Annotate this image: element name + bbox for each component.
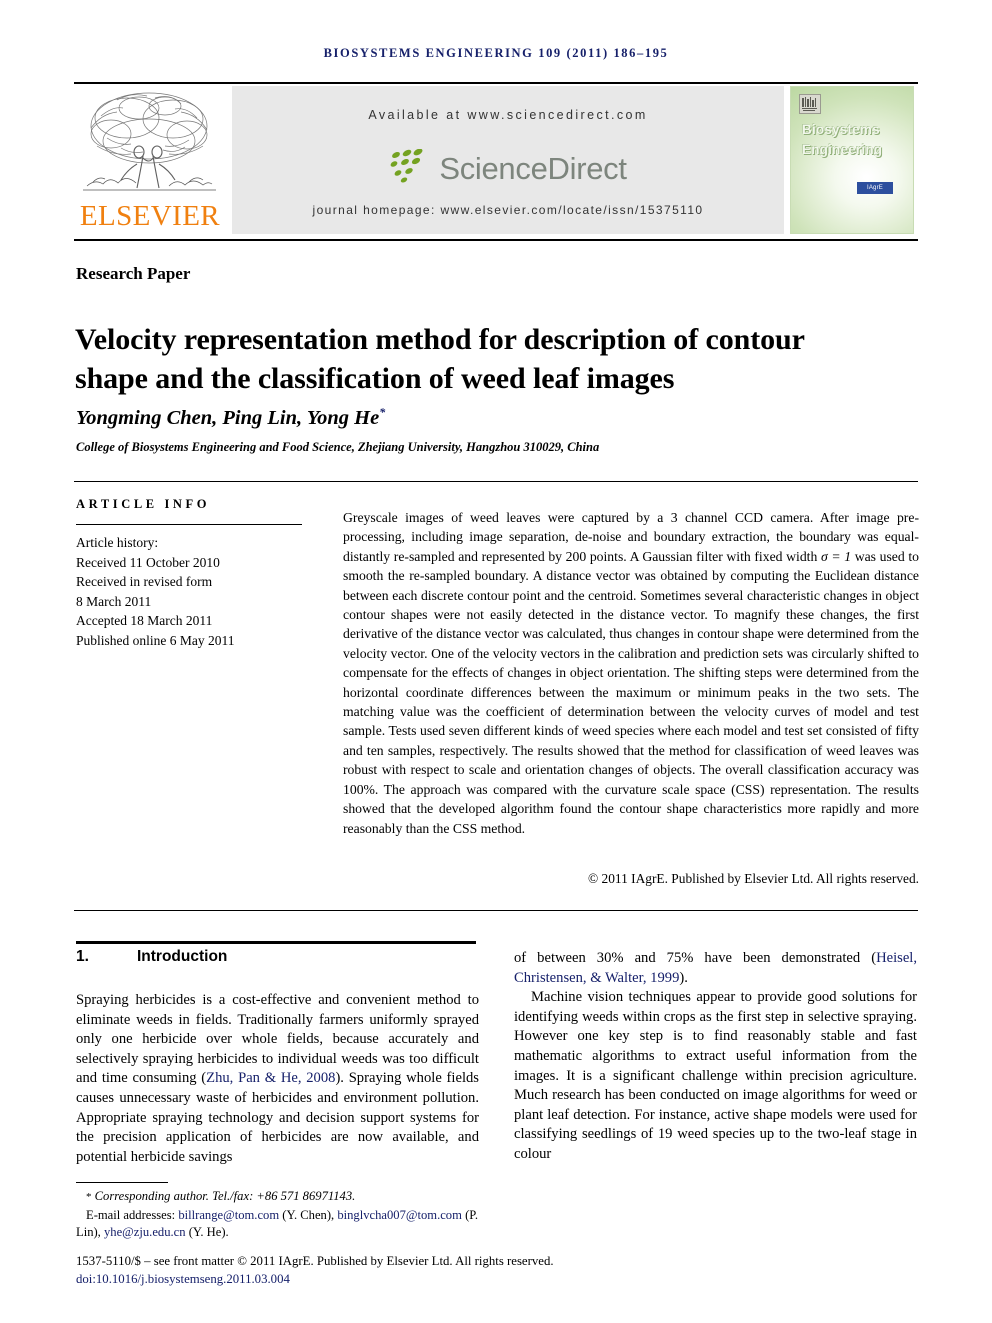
abstract-bottom-rule xyxy=(74,910,918,911)
right-p1-b: ). xyxy=(679,969,688,986)
page-title: Velocity representation method for descr… xyxy=(75,323,805,396)
article-history-item: 8 March 2011 xyxy=(76,593,152,609)
running-head: Biosystems Engineering 109 (2011) 186–19… xyxy=(323,46,669,60)
abstract-part-2: was used to smooth the re-sampled bounda… xyxy=(343,548,919,836)
sciencedirect-leaf-icon xyxy=(390,149,423,183)
author-names: Yongming Chen, Ping Lin, Yong He xyxy=(76,406,380,429)
cover-title-line2: Engineering xyxy=(802,142,883,157)
cover-emblem-icon xyxy=(799,94,821,114)
corresponding-author-marker: * xyxy=(379,405,386,419)
article-history-label: Article history: xyxy=(76,535,159,550)
paragraph: Spraying herbicides is a cost-effective … xyxy=(76,991,479,1167)
elsevier-tree-icon xyxy=(83,92,216,191)
section-heading-rule xyxy=(76,941,476,944)
elsevier-logo[interactable]: ELSEVIER xyxy=(74,86,226,236)
abstract-text: Greyscale images of weed leaves were cap… xyxy=(343,508,919,838)
header-bottom-rule xyxy=(74,239,918,241)
journal-header: ELSEVIER Available at www.sciencedirect.… xyxy=(74,84,918,239)
body-column-right: of between 30% and 75% have been demonst… xyxy=(514,949,917,1165)
paragraph: Machine vision techniques appear to prov… xyxy=(514,988,917,1164)
elsevier-wordmark: ELSEVIER xyxy=(79,200,221,232)
email-owner: (Y. He). xyxy=(188,1225,229,1240)
email-link[interactable]: yhe@zju.edu.cn xyxy=(104,1225,186,1239)
email-owner: (Y. Chen), xyxy=(282,1207,335,1222)
cover-title-line1: Biosystems xyxy=(802,122,880,137)
email-link[interactable]: billrange@tom.com xyxy=(178,1208,279,1222)
sciencedirect-banner: Available at www.sciencedirect.com Scien… xyxy=(232,86,784,234)
journal-cover-thumbnail[interactable]: Biosystems Engineering IAgrE xyxy=(790,86,914,234)
sciencedirect-wordmark: ScienceDirect xyxy=(439,151,627,186)
right-p2: Machine vision techniques appear to prov… xyxy=(514,989,917,1162)
corresponding-author-note: Corresponding author. Tel./fax: +86 571 … xyxy=(94,1189,356,1203)
author-list: Yongming Chen, Ping Lin, Yong He* xyxy=(76,405,385,430)
article-history-item: Published online 6 May 2011 xyxy=(76,632,235,648)
doi-link[interactable]: doi:10.1016/j.biosystemseng.2011.03.004 xyxy=(76,1272,290,1287)
abstract-top-rule xyxy=(74,481,918,482)
sciencedirect-logo[interactable]: ScienceDirect xyxy=(232,144,784,194)
abstract-copyright: © 2011 IAgrE. Published by Elsevier Ltd.… xyxy=(588,871,919,886)
footnote-block: * Corresponding author. Tel./fax: +86 57… xyxy=(76,1188,496,1242)
available-at-text: Available at www.sciencedirect.com xyxy=(368,108,648,122)
footnote-rule xyxy=(76,1182,168,1183)
body-column-left: Spraying herbicides is a cost-effective … xyxy=(76,991,479,1167)
article-history-item: Received 11 October 2010 xyxy=(76,554,220,570)
front-matter-line: 1537-5110/$ – see front matter © 2011 IA… xyxy=(76,1254,554,1268)
affiliation: College of Biosystems Engineering and Fo… xyxy=(76,440,600,454)
cover-title: Biosystems Engineering xyxy=(802,120,910,160)
journal-article-page: Biosystems Engineering 109 (2011) 186–19… xyxy=(0,0,992,1323)
article-info-divider xyxy=(76,524,302,525)
journal-homepage-text[interactable]: journal homepage: www.elsevier.com/locat… xyxy=(232,203,784,217)
section-number: 1. xyxy=(76,948,89,965)
article-history-item: Accepted 18 March 2011 xyxy=(76,613,213,628)
email-addresses-label: E-mail addresses: xyxy=(86,1207,176,1222)
article-type-label: Research Paper xyxy=(76,264,191,283)
footnote-asterisk: * xyxy=(86,1191,92,1203)
article-history-item: Received in revised form xyxy=(76,574,213,589)
abstract-sigma-value: σ = 1 xyxy=(820,548,852,564)
citation-link[interactable]: Zhu, Pan & He, 2008 xyxy=(206,1070,335,1086)
right-p1-a: of between 30% and 75% have been demonst… xyxy=(514,950,877,966)
article-history: Article history: Received 11 October 201… xyxy=(76,533,326,650)
email-link[interactable]: binglvcha007@tom.com xyxy=(337,1208,462,1222)
paragraph: of between 30% and 75% have been demonst… xyxy=(514,949,917,988)
section-title: Introduction xyxy=(137,948,228,965)
cover-society-badge: IAgrE xyxy=(857,182,893,194)
article-info-heading: ARTICLE INFO xyxy=(76,497,211,511)
